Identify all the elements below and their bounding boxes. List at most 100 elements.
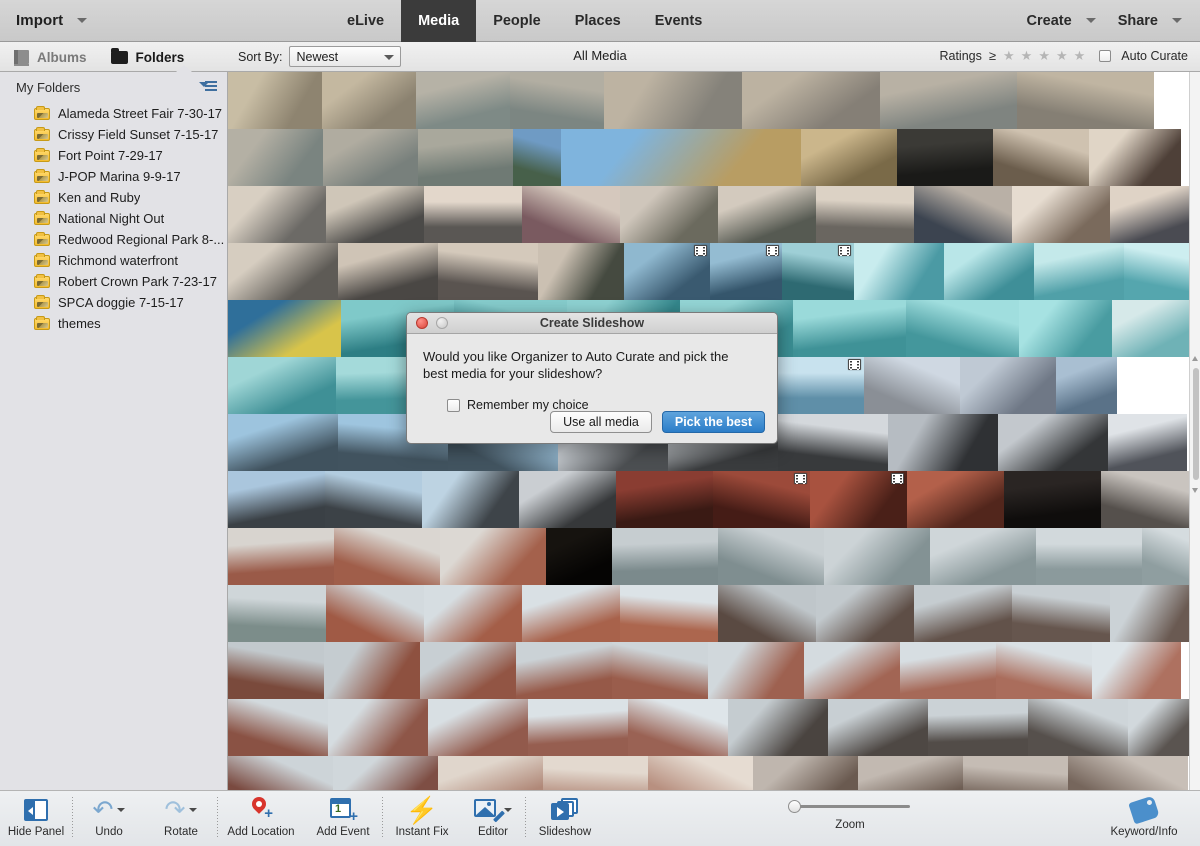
thumbnail-cell[interactable] bbox=[328, 699, 428, 756]
thumbnail-cell[interactable] bbox=[516, 642, 612, 699]
thumbnail-cell[interactable] bbox=[510, 72, 604, 129]
thumbnail-cell[interactable] bbox=[620, 186, 718, 243]
hide-panel-button[interactable]: Hide Panel bbox=[0, 791, 72, 846]
thumbnail-cell[interactable] bbox=[810, 471, 907, 528]
thumbnail-cell[interactable] bbox=[334, 528, 440, 585]
remember-choice-checkbox[interactable] bbox=[447, 398, 460, 412]
thumbnail-cell[interactable] bbox=[322, 72, 416, 129]
editor-button[interactable]: Editor bbox=[461, 791, 525, 846]
thumbnail-cell[interactable] bbox=[326, 186, 424, 243]
thumbnail-cell[interactable] bbox=[930, 528, 1036, 585]
folder-list-item[interactable]: Alameda Street Fair 7-30-17 bbox=[0, 103, 227, 124]
thumbnail-cell[interactable] bbox=[824, 528, 930, 585]
thumbnail-cell[interactable] bbox=[648, 756, 753, 790]
thumbnail-cell[interactable] bbox=[424, 585, 522, 642]
thumbnail-cell[interactable] bbox=[914, 585, 1012, 642]
folder-list-item[interactable]: Fort Point 7-29-17 bbox=[0, 145, 227, 166]
thumbnail-cell[interactable] bbox=[768, 357, 864, 414]
ratings-operator[interactable]: ≥ bbox=[989, 48, 996, 63]
folder-list-item[interactable]: Crissy Field Sunset 7-15-17 bbox=[0, 124, 227, 145]
thumbnail-cell[interactable] bbox=[428, 699, 528, 756]
thumbnail-cell[interactable] bbox=[416, 72, 510, 129]
thumbnail-cell[interactable] bbox=[801, 129, 897, 186]
thumbnail-cell[interactable] bbox=[1012, 585, 1110, 642]
thumbnail-cell[interactable] bbox=[996, 642, 1092, 699]
thumbnail-cell[interactable] bbox=[228, 471, 325, 528]
undo-button[interactable]: ↶ Undo bbox=[73, 791, 145, 846]
pick-the-best-button[interactable]: Pick the best bbox=[661, 411, 765, 433]
import-button[interactable]: Import bbox=[16, 12, 63, 29]
thumbnail-cell[interactable] bbox=[418, 129, 513, 186]
thumbnail-cell[interactable] bbox=[522, 585, 620, 642]
thumbnail-cell[interactable] bbox=[528, 699, 628, 756]
thumbnail-cell[interactable] bbox=[1028, 699, 1128, 756]
add-location-button[interactable]: + Add Location bbox=[218, 791, 304, 846]
thumbnail-cell[interactable] bbox=[228, 414, 338, 471]
thumbnail-cell[interactable] bbox=[228, 642, 324, 699]
thumbnail-cell[interactable] bbox=[228, 699, 328, 756]
folder-list-item[interactable]: Robert Crown Park 7-23-17 bbox=[0, 271, 227, 292]
thumbnail-cell[interactable] bbox=[713, 471, 810, 528]
thumbnail-cell[interactable] bbox=[1019, 300, 1112, 357]
thumbnail-cell[interactable] bbox=[228, 585, 326, 642]
thumbnail-cell[interactable] bbox=[1112, 300, 1193, 357]
thumbnail-cell[interactable] bbox=[1004, 471, 1101, 528]
rating-star-5[interactable]: ★ bbox=[1074, 49, 1086, 62]
thumbnail-cell[interactable] bbox=[323, 129, 418, 186]
thumbnail-cell[interactable] bbox=[228, 72, 322, 129]
thumbnail-cell[interactable] bbox=[914, 186, 1012, 243]
thumbnail-cell[interactable] bbox=[753, 756, 858, 790]
thumbnail-cell[interactable] bbox=[561, 129, 801, 186]
tab-elive[interactable]: eLive bbox=[330, 0, 401, 42]
thumbnail-cell[interactable] bbox=[960, 357, 1056, 414]
thumbnail-cell[interactable] bbox=[228, 186, 326, 243]
thumbnail-cell[interactable] bbox=[880, 72, 1017, 129]
thumbnail-cell[interactable] bbox=[1128, 699, 1189, 756]
thumbnail-cell[interactable] bbox=[1092, 642, 1181, 699]
thumbnail-cell[interactable] bbox=[828, 699, 928, 756]
rating-star-4[interactable]: ★ bbox=[1056, 49, 1068, 62]
auto-curate-checkbox[interactable] bbox=[1099, 49, 1112, 62]
thumbnail-cell[interactable] bbox=[1089, 129, 1181, 186]
thumbnail-cell[interactable] bbox=[612, 642, 708, 699]
thumbnail-cell[interactable] bbox=[513, 129, 561, 186]
thumbnail-cell[interactable] bbox=[1056, 357, 1117, 414]
thumbnail-cell[interactable] bbox=[440, 528, 546, 585]
share-menu[interactable]: Share bbox=[1118, 13, 1182, 29]
thumbnail-cell[interactable] bbox=[864, 357, 960, 414]
thumbnail-cell[interactable] bbox=[782, 243, 854, 300]
thumbnail-cell[interactable] bbox=[1017, 72, 1154, 129]
thumbnail-cell[interactable] bbox=[1108, 414, 1187, 471]
thumbnail-cell[interactable] bbox=[897, 129, 993, 186]
thumbnail-cell[interactable] bbox=[778, 414, 888, 471]
thumbnail-cell[interactable] bbox=[543, 756, 648, 790]
tab-people[interactable]: People bbox=[476, 0, 558, 42]
thumbnail-cell[interactable] bbox=[228, 129, 323, 186]
scroll-up-arrow-icon[interactable] bbox=[1192, 356, 1198, 361]
thumbnail-cell[interactable] bbox=[816, 585, 914, 642]
thumbnail-cell[interactable] bbox=[333, 756, 438, 790]
rating-star-1[interactable]: ★ bbox=[1003, 49, 1015, 62]
thumbnail-cell[interactable] bbox=[438, 243, 538, 300]
thumbnail-cell[interactable] bbox=[1101, 471, 1198, 528]
thumbnail-cell[interactable] bbox=[906, 300, 1019, 357]
thumbnail-cell[interactable] bbox=[998, 414, 1108, 471]
remember-choice-row[interactable]: Remember my choice bbox=[447, 398, 761, 412]
create-menu[interactable]: Create bbox=[1027, 13, 1096, 29]
thumbnail-cell[interactable] bbox=[604, 72, 742, 129]
folder-list-item[interactable]: Richmond waterfront bbox=[0, 250, 227, 271]
thumbnail-cell[interactable] bbox=[420, 642, 516, 699]
thumbnail-cell[interactable] bbox=[338, 243, 438, 300]
thumbnail-cell[interactable] bbox=[1012, 186, 1110, 243]
tab-places[interactable]: Places bbox=[558, 0, 638, 42]
instant-fix-button[interactable]: ⚡ Instant Fix bbox=[383, 791, 461, 846]
vertical-scrollbar[interactable] bbox=[1189, 72, 1200, 790]
thumbnail-cell[interactable] bbox=[612, 528, 718, 585]
thumbnail-cell[interactable] bbox=[854, 243, 944, 300]
rating-star-2[interactable]: ★ bbox=[1021, 49, 1033, 62]
use-all-media-button[interactable]: Use all media bbox=[550, 411, 652, 433]
folder-list-item[interactable]: SPCA doggie 7-15-17 bbox=[0, 292, 227, 313]
thumbnail-cell[interactable] bbox=[620, 585, 718, 642]
tab-events[interactable]: Events bbox=[638, 0, 720, 42]
share-chevron-down-icon[interactable] bbox=[1172, 18, 1182, 23]
